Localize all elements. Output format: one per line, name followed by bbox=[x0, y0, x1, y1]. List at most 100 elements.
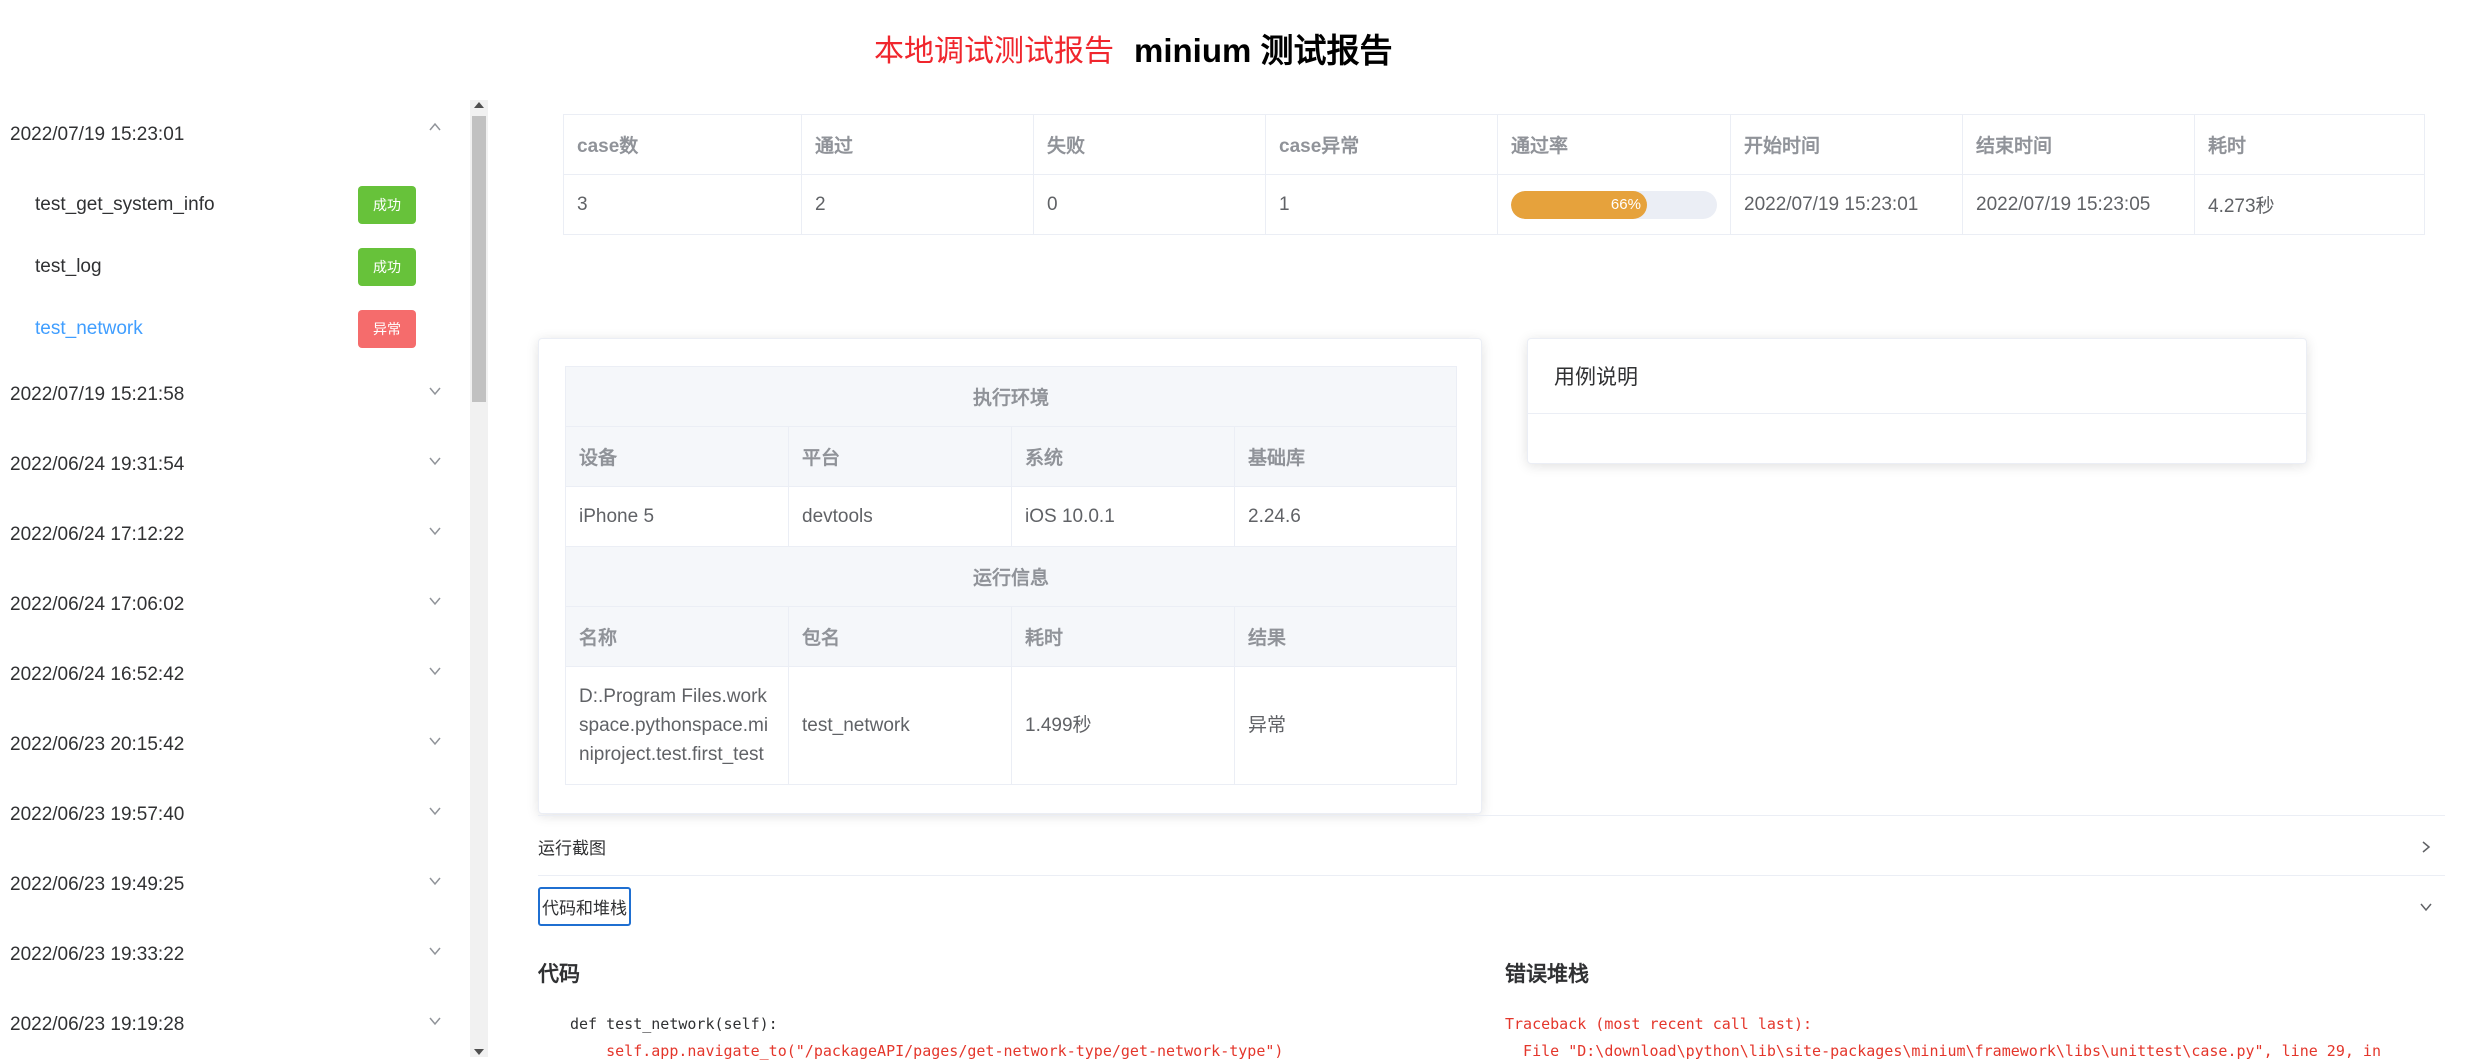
summary-row: 3 2 0 1 66% 2022/07/19 15:23:01 2022/07/… bbox=[563, 174, 2425, 235]
report-header: 本地调试测试报告 minium 测试报告 bbox=[0, 0, 2465, 90]
group-time: 2022/06/23 19:49:25 bbox=[10, 874, 185, 895]
case-description-title: 用例说明 bbox=[1554, 366, 1638, 389]
divider bbox=[1528, 413, 2306, 414]
group-time: 2022/07/19 15:23:01 bbox=[10, 124, 185, 145]
env-header-row: 设备 平台 系统 基础库 bbox=[565, 426, 1457, 487]
case-item-test-log[interactable]: test_log 成功 bbox=[0, 236, 470, 298]
run-name: D:.Program Files.workspace.pythonspace.m… bbox=[565, 666, 789, 785]
summary-start: 2022/07/19 15:23:01 bbox=[1730, 174, 1963, 235]
summary-errors: 1 bbox=[1265, 174, 1498, 235]
stack-line-0: Traceback (most recent call last): bbox=[1505, 1015, 1813, 1033]
sidebar-group-7[interactable]: 2022/06/23 19:57:40 bbox=[0, 780, 470, 850]
chevron-down-icon bbox=[429, 527, 441, 536]
scroll-up-arrow-icon[interactable] bbox=[474, 102, 484, 108]
group-time: 2022/07/19 15:21:58 bbox=[10, 384, 185, 405]
chevron-down-icon bbox=[429, 877, 441, 886]
group-time: 2022/06/23 19:57:40 bbox=[10, 804, 185, 825]
stack-heading: 错误堆栈 bbox=[1505, 963, 1589, 986]
summary-header-end: 结束时间 bbox=[1962, 114, 2195, 175]
case-item-test-get-system-info[interactable]: test_get_system_info 成功 bbox=[0, 174, 470, 236]
sidebar-group-3[interactable]: 2022/06/24 17:12:22 bbox=[0, 500, 470, 570]
summary-header-errors: case异常 bbox=[1265, 114, 1498, 175]
scroll-thumb[interactable] bbox=[472, 116, 486, 402]
summary-header-row: case数 通过 失败 case异常 通过率 开始时间 结束时间 耗时 bbox=[563, 114, 2425, 175]
chevron-down-icon bbox=[429, 387, 441, 396]
sidebar-group-5[interactable]: 2022/06/24 16:52:42 bbox=[0, 640, 470, 710]
summary-duration: 4.273秒 bbox=[2194, 174, 2425, 235]
environment-card: 执行环境 设备 平台 系统 基础库 iPhone 5 devtools iOS … bbox=[538, 338, 1482, 814]
group-time: 2022/06/24 16:52:42 bbox=[10, 664, 185, 685]
scroll-down-arrow-icon[interactable] bbox=[474, 1049, 484, 1055]
group-time: 2022/06/24 17:06:02 bbox=[10, 594, 185, 615]
screenshots-collapse[interactable]: 运行截图 bbox=[538, 815, 2445, 877]
run-duration: 1.499秒 bbox=[1011, 666, 1235, 785]
env-header-platform: 平台 bbox=[788, 426, 1012, 487]
run-header-package: 包名 bbox=[788, 606, 1012, 667]
sidebar: 2022/07/19 15:23:01 test_get_system_info… bbox=[0, 96, 470, 1057]
sidebar-group-9[interactable]: 2022/06/23 19:33:22 bbox=[0, 920, 470, 990]
code-stack-collapse[interactable]: 代码和堆栈 bbox=[538, 875, 2445, 937]
code-line-1: self.app.navigate_to("/packageAPI/pages/… bbox=[570, 1042, 1284, 1060]
run-result: 异常 bbox=[1234, 666, 1457, 785]
env-header-sdk: 基础库 bbox=[1234, 426, 1457, 487]
sidebar-group-1[interactable]: 2022/07/19 15:21:58 bbox=[0, 360, 470, 430]
summary-pass-rate-cell: 66% bbox=[1497, 174, 1731, 235]
progress-fill: 66% bbox=[1511, 190, 1647, 219]
environment-table: 执行环境 设备 平台 系统 基础库 iPhone 5 devtools iOS … bbox=[565, 366, 1457, 785]
case-name: test_get_system_info bbox=[35, 194, 215, 215]
run-header-row: 名称 包名 耗时 结果 bbox=[565, 606, 1457, 667]
summary-header-pass-rate: 通过率 bbox=[1497, 114, 1731, 175]
sidebar-group-4[interactable]: 2022/06/24 17:06:02 bbox=[0, 570, 470, 640]
chevron-up-icon bbox=[429, 122, 441, 131]
chevron-down-icon bbox=[429, 457, 441, 466]
env-device: iPhone 5 bbox=[565, 486, 789, 547]
run-section-row: 运行信息 bbox=[565, 546, 1457, 607]
chevron-down-icon bbox=[429, 597, 441, 606]
summary-header-passed: 通过 bbox=[801, 114, 1034, 175]
group-time: 2022/06/23 19:33:22 bbox=[10, 944, 185, 965]
status-badge: 成功 bbox=[358, 186, 416, 224]
summary-failed: 0 bbox=[1033, 174, 1266, 235]
pass-rate-text: 66% bbox=[1610, 195, 1641, 213]
screenshots-collapse-title: 运行截图 bbox=[538, 839, 606, 858]
run-header-name: 名称 bbox=[565, 606, 789, 667]
env-sdk: 2.24.6 bbox=[1234, 486, 1457, 547]
case-item-test-network[interactable]: test_network 异常 bbox=[0, 298, 470, 360]
code-stack-collapse-title: 代码和堆栈 bbox=[538, 887, 631, 926]
summary-passed: 2 bbox=[801, 174, 1034, 235]
chevron-down-icon bbox=[429, 1017, 441, 1026]
pass-rate-progress-bar: 66% bbox=[1511, 190, 1717, 219]
sidebar-group-0[interactable]: 2022/07/19 15:23:01 bbox=[0, 96, 470, 174]
run-value-row: D:.Program Files.workspace.pythonspace.m… bbox=[565, 666, 1457, 785]
status-badge: 成功 bbox=[358, 248, 416, 286]
summary-end: 2022/07/19 15:23:05 bbox=[1962, 174, 2195, 235]
env-section-title: 执行环境 bbox=[565, 366, 1457, 427]
chevron-down-icon bbox=[429, 737, 441, 746]
summary-header-start: 开始时间 bbox=[1730, 114, 1963, 175]
summary-cases: 3 bbox=[563, 174, 802, 235]
stack-line-1: File "D:\download\python\lib\site-packag… bbox=[1505, 1042, 2381, 1060]
sidebar-group-2[interactable]: 2022/06/24 19:31:54 bbox=[0, 430, 470, 500]
sidebar-group-10[interactable]: 2022/06/23 19:19:28 bbox=[0, 990, 470, 1057]
run-header-duration: 耗时 bbox=[1011, 606, 1235, 667]
run-header-result: 结果 bbox=[1234, 606, 1457, 667]
status-badge: 异常 bbox=[358, 310, 416, 348]
case-description-card: 用例说明 bbox=[1527, 338, 2307, 464]
sidebar-group-6[interactable]: 2022/06/23 20:15:42 bbox=[0, 710, 470, 780]
local-debug-report-link[interactable]: 本地调试测试报告 bbox=[874, 26, 1114, 70]
page-title: minium 测试报告 bbox=[1134, 32, 1393, 69]
group-time: 2022/06/23 20:15:42 bbox=[10, 734, 185, 755]
sidebar-scrollbar[interactable] bbox=[470, 100, 488, 1057]
case-name: test_log bbox=[35, 256, 102, 277]
run-package: test_network bbox=[788, 666, 1012, 785]
env-platform: devtools bbox=[788, 486, 1012, 547]
sidebar-group-8[interactable]: 2022/06/23 19:49:25 bbox=[0, 850, 470, 920]
group-time: 2022/06/24 19:31:54 bbox=[10, 454, 185, 475]
code-heading: 代码 bbox=[538, 963, 580, 986]
chevron-down-icon bbox=[429, 667, 441, 676]
chevron-down-icon bbox=[429, 947, 441, 956]
env-section-row: 执行环境 bbox=[565, 366, 1457, 427]
group-time: 2022/06/24 17:12:22 bbox=[10, 524, 185, 545]
env-header-device: 设备 bbox=[565, 426, 789, 487]
summary-header-duration: 耗时 bbox=[2194, 114, 2425, 175]
